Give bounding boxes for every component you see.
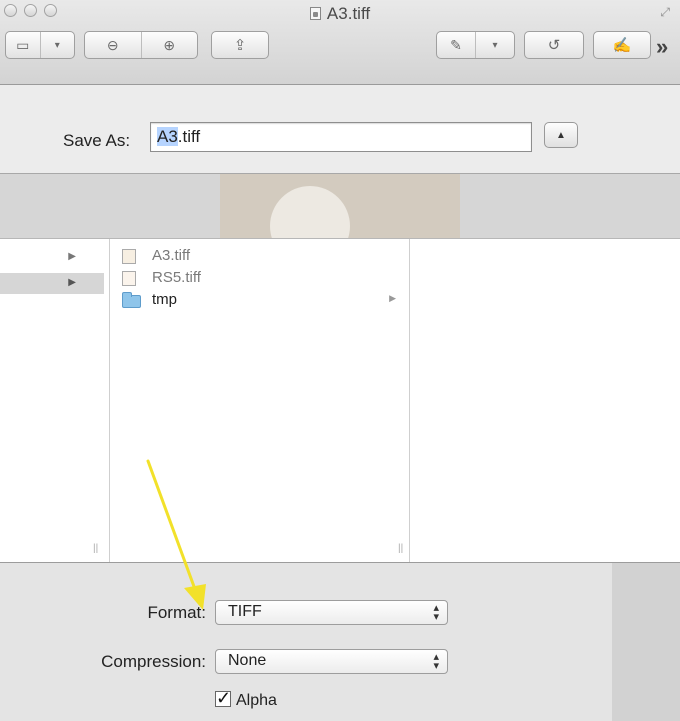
- disclosure-arrow-icon: ▶: [68, 251, 76, 262]
- updown-arrows-icon: ▴ ▾: [433, 651, 439, 672]
- rotate-icon: ↺: [547, 37, 561, 54]
- view-menu-button[interactable]: ▭ ▾: [5, 31, 75, 59]
- sidebar-icon: ▭: [16, 36, 30, 53]
- save-as-label: Save As:: [63, 131, 131, 150]
- checkmark-icon: ✓: [216, 688, 232, 708]
- tiff-image-icon: [122, 249, 136, 264]
- format-label: Format:: [147, 603, 206, 622]
- zoom-in-icon[interactable]: ⊕: [140, 32, 198, 58]
- list-item[interactable]: ▶: [0, 247, 104, 268]
- file-browser: ▶ ▶ || A3.tiff RS5.tiff tmp ▶ ||: [0, 239, 680, 563]
- chevron-down-icon: ▾: [39, 32, 75, 58]
- pen-icon: ✎: [450, 36, 462, 53]
- compression-label: Compression:: [101, 652, 206, 671]
- zoom-buttons[interactable]: ⊖ ⊕: [84, 31, 198, 59]
- compression-popup[interactable]: None ▴ ▾: [215, 649, 448, 674]
- list-item-selected[interactable]: ▶: [0, 273, 104, 294]
- folder-icon: [122, 292, 141, 308]
- fullscreen-icon[interactable]: ⤢: [660, 5, 670, 20]
- compression-value: None: [228, 652, 267, 669]
- file-item-a3[interactable]: A3.tiff: [122, 246, 406, 267]
- background-shade: [612, 563, 680, 721]
- chevron-down-icon: ▾: [475, 32, 514, 58]
- save-as-row: Save As: A3.tiff ▲: [0, 85, 680, 174]
- filename-selection: A3: [157, 127, 178, 146]
- share-button[interactable]: ⇪: [211, 31, 269, 59]
- alpha-checkbox[interactable]: ✓: [215, 688, 232, 708]
- share-icon: ⇪: [233, 37, 247, 54]
- location-shelf: [0, 174, 680, 239]
- edit-button[interactable]: ✍: [593, 31, 651, 59]
- document-icon: [309, 7, 321, 20]
- browser-column-files: A3.tiff RS5.tiff tmp ▶ ||: [110, 239, 410, 562]
- chevron-up-icon: ▲: [556, 129, 566, 141]
- column-resize-handle[interactable]: ||: [93, 543, 98, 554]
- file-item-rs5[interactable]: RS5.tiff: [122, 268, 406, 289]
- tiff-image-icon: [122, 271, 136, 286]
- zoom-out-icon[interactable]: ⊖: [85, 32, 141, 58]
- alpha-label: Alpha: [236, 692, 277, 709]
- updown-arrows-icon: ▴ ▾: [433, 602, 439, 623]
- rotate-button[interactable]: ↺: [524, 31, 584, 59]
- save-as-field[interactable]: A3.tiff: [150, 122, 532, 152]
- folder-item-tmp[interactable]: tmp ▶: [122, 290, 406, 311]
- format-value: TIFF: [228, 603, 262, 620]
- browser-column-parent: ▶ ▶ ||: [0, 239, 110, 562]
- window-toolbar: A3.tiff ⤢ ▭ ▾ ⊖ ⊕ ⇪ ✎ ▾ ↺ ✍ »: [0, 0, 680, 85]
- markup-menu-button[interactable]: ✎ ▾: [436, 31, 515, 59]
- toolbar-overflow-icon[interactable]: »: [656, 34, 668, 60]
- disclosure-arrow-icon: ▶: [68, 277, 76, 288]
- save-options: Format: TIFF ▴ ▾ Compression: None ▴ ▾ ✓ A…: [0, 563, 680, 721]
- collapse-browser-button[interactable]: ▲: [544, 122, 578, 148]
- filename-extension: .tiff: [177, 127, 201, 146]
- format-popup[interactable]: TIFF ▴ ▾: [215, 600, 448, 625]
- column-resize-handle[interactable]: ||: [398, 543, 403, 554]
- edit-icon: ✍: [612, 37, 632, 54]
- disclosure-arrow-icon: ▶: [389, 293, 396, 303]
- window-title: A3.tiff: [0, 4, 680, 24]
- browser-column-empty: [410, 239, 680, 562]
